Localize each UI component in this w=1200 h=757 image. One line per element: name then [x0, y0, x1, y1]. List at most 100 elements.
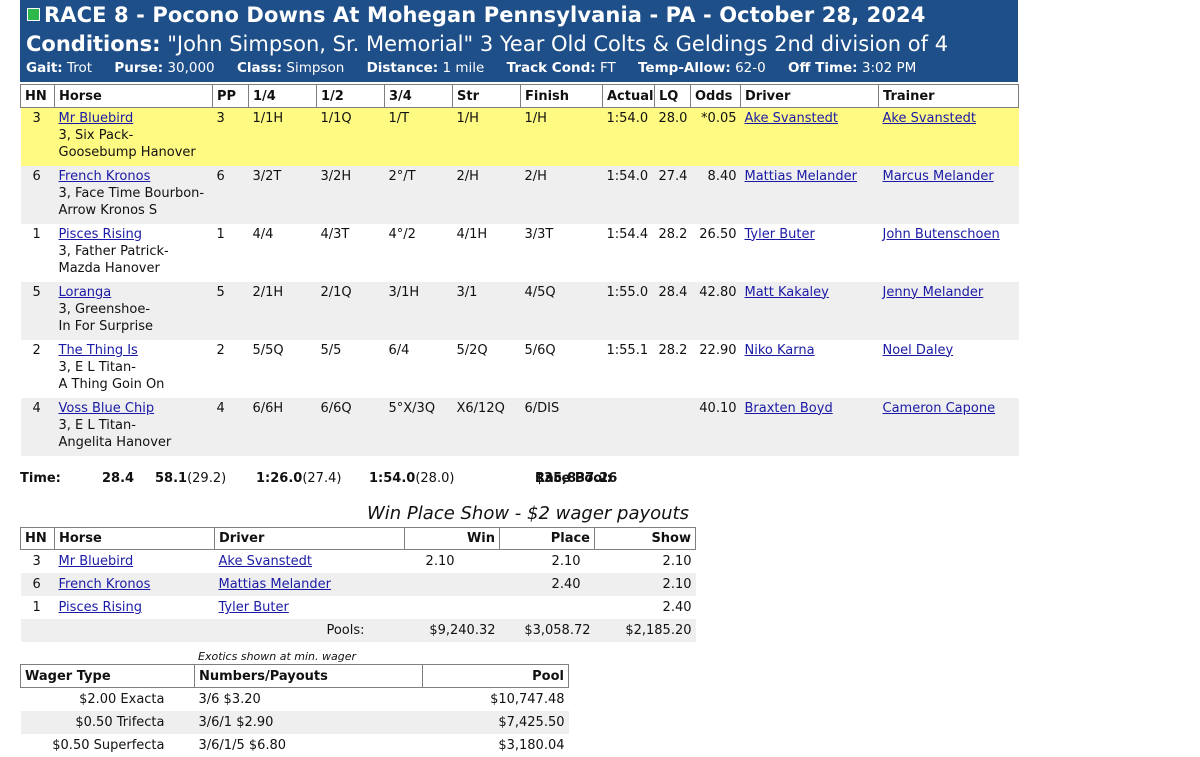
trainer-cell: Cameron Capone [878, 397, 1019, 456]
horse-age-sire: 3, Father Patrick- [58, 243, 169, 259]
wps-win: 2.10 [425, 554, 455, 569]
horse-link[interactable]: Voss Blue Chip [59, 401, 155, 416]
three-quarter-cell: 1/T [384, 107, 453, 166]
half-cell: 2/1Q [316, 281, 385, 340]
time-label: Time: [20, 471, 61, 486]
result-row: 6 French Kronos 3, Face Time Bourbon- Arrow… [20, 165, 1019, 224]
col-actual: Actual [602, 84, 655, 108]
horse-link[interactable]: The Thing Is [59, 343, 138, 358]
lq-cell: 28.4 [654, 281, 691, 340]
wps-horse-cell: French Kronos [54, 573, 215, 596]
stretch-cell: X6/12Q [452, 397, 521, 456]
hn-cell: 1 [20, 223, 55, 282]
wps-header-row: HN Horse Driver Win Place Show [20, 527, 696, 550]
quarter-cell: 5/5Q [248, 339, 317, 398]
wps-col-show: Show [594, 527, 696, 550]
driver-cell: Mattias Melander [740, 165, 879, 224]
exotic-row: $0.50 Trifecta 3/6/1 $2.90 $7,425.50 [20, 711, 569, 734]
wps-row: 6 French Kronos Mattias Melander 2.40 2.10 [20, 573, 696, 596]
wager-type: $2.00 Exacta [79, 692, 165, 707]
driver-link[interactable]: Braxten Boyd [745, 401, 833, 416]
col-pp: PP [212, 84, 249, 108]
horse-dam: Arrow Kronos S [58, 202, 158, 218]
wps-col-driver: Driver [214, 527, 405, 550]
wps-horse-link[interactable]: Mr Bluebird [59, 554, 134, 569]
hn-cell: 6 [20, 165, 55, 224]
trainer-link[interactable]: Jenny Melander [883, 285, 984, 300]
wps-horse-link[interactable]: French Kronos [59, 577, 151, 592]
wps-place: 2.40 [499, 573, 595, 596]
trainer-link[interactable]: Marcus Melander [883, 169, 994, 184]
wps-pools-row: Pools: $9,240.32 $3,058.72 $2,185.20 [20, 619, 696, 642]
distance-item: Distance: 1 mile [366, 60, 485, 76]
horse-link[interactable]: Pisces Rising [59, 227, 143, 242]
conditions-label: Conditions: [26, 32, 161, 56]
driver-link[interactable]: Niko Karna [745, 343, 815, 358]
trainer-link[interactable]: Cameron Capone [883, 401, 996, 416]
trainer-link[interactable]: John Butenschoen [883, 227, 1000, 242]
driver-link[interactable]: Mattias Melander [745, 169, 858, 184]
horse-dam: A Thing Goin On [58, 376, 165, 392]
wps-horse-link[interactable]: Pisces Rising [59, 600, 143, 615]
trainer-cell: Ake Svanstedt [878, 107, 1019, 166]
wps-driver-link[interactable]: Tyler Buter [219, 600, 289, 615]
quarter-cell: 4/4 [248, 223, 317, 282]
trainer-cell: Marcus Melander [878, 165, 1019, 224]
quarter-cell: 3/2T [248, 165, 317, 224]
wps-driver-cell: Ake Svanstedt [215, 550, 405, 574]
conditions-text: "John Simpson, Sr. Memorial" 3 Year Old … [167, 32, 949, 56]
wager-numbers: 3/6/1/5 $6.80 [198, 738, 287, 753]
actual-cell [602, 397, 655, 456]
horse-dam: In For Surprise [58, 318, 153, 334]
horse-age-sire: 3, Six Pack- [58, 128, 134, 143]
wps-driver-link[interactable]: Mattias Melander [219, 577, 332, 592]
race-times: Time: 28.4 58.1 (29.2) 1:26.0 (27.4) 1:5… [20, 471, 618, 486]
horse-cell: The Thing Is 3, E L Titan- A Thing Goin On [54, 339, 213, 398]
horse-cell: French Kronos 3, Face Time Bourbon- Arrow … [54, 165, 213, 224]
finish-cell: 1/H [520, 107, 603, 166]
wps-driver-link[interactable]: Ake Svanstedt [219, 554, 312, 569]
wps-hn: 1 [32, 600, 41, 615]
time-quarter: 28.4 [102, 471, 135, 486]
hn-cell: 5 [20, 281, 55, 340]
lq-cell: 28.0 [654, 107, 691, 166]
horse-link[interactable]: Loranga [59, 285, 112, 300]
half-cell: 4/3T [316, 223, 385, 282]
driver-link[interactable]: Matt Kakaley [745, 285, 829, 300]
col-three-quarter: 3/4 [384, 84, 453, 108]
exotic-row: $2.00 Exacta 3/6 $3.20 $10,747.48 [21, 688, 569, 712]
track-cond-item: Track Cond: FT [506, 60, 616, 76]
horse-dam: Goosebump Hanover [58, 145, 196, 160]
quarter-cell: 1/1H [248, 107, 317, 166]
off-time-item: Off Time: 3:02 PM [788, 60, 917, 76]
lq-cell: 28.2 [654, 223, 691, 282]
horse-cell: Loranga 3, Greenshoe- In For Surprise [54, 281, 213, 340]
odds-cell: 22.90 [690, 339, 741, 398]
wps-hn: 3 [32, 554, 41, 569]
hn-cell: 3 [20, 107, 55, 166]
trainer-link[interactable]: Noel Daley [883, 343, 954, 358]
race-conditions: Conditions: "John Simpson, Sr. Memorial"… [26, 32, 948, 56]
col-stretch: Str [452, 84, 521, 108]
results-table: HN Horse PP 1/4 1/2 3/4 Str Finish Actua… [20, 84, 1019, 456]
hn-cell: 2 [20, 339, 55, 398]
trainer-link[interactable]: Ake Svanstedt [883, 111, 976, 126]
actual-cell: 1:55.0 [602, 281, 655, 340]
driver-link[interactable]: Tyler Buter [745, 227, 815, 242]
stretch-cell: 2/H [452, 165, 521, 224]
wps-row: 1 Pisces Rising Tyler Buter 2.40 [21, 596, 696, 619]
result-row: 2 The Thing Is 3, E L Titan- A Thing Goin O… [20, 339, 1019, 398]
wps-table: HN Horse Driver Win Place Show 3 Mr Blueb… [20, 527, 696, 642]
wps-show: 2.40 [662, 600, 692, 615]
actual-cell: 1:54.0 [602, 165, 655, 224]
driver-link[interactable]: Ake Svanstedt [745, 111, 838, 126]
wager-type: $0.50 Superfecta [52, 738, 165, 753]
horse-link[interactable]: French Kronos [59, 169, 151, 184]
driver-cell: Matt Kakaley [740, 281, 879, 340]
three-quarter-cell: 4°/2 [384, 223, 453, 282]
horse-link[interactable]: Mr Bluebird [59, 111, 134, 126]
wps-row: 3 Mr Bluebird Ake Svanstedt 2.10 2.10 2.10 [21, 550, 696, 574]
exo-col-numbers: Numbers/Payouts [194, 664, 423, 688]
finish-cell: 2/H [520, 165, 603, 224]
race-header: RACE 8 - Pocono Downs At Mohegan Pennsyl… [20, 0, 1018, 82]
